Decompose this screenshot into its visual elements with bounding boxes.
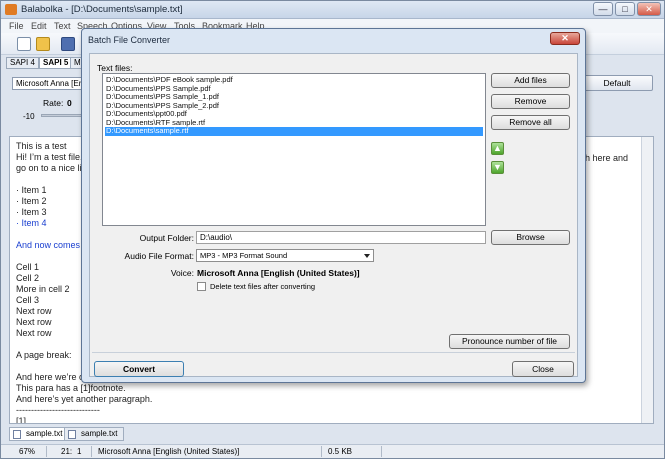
output-folder-label: Output Folder: (139, 233, 194, 243)
editor-line: Cell 2 (16, 273, 40, 283)
window-title: Balabolka - [D:\Documents\sample.txt] (21, 4, 183, 15)
title-bar[interactable]: Balabolka - [D:\Documents\sample.txt] — … (1, 1, 664, 19)
delete-files-checkbox[interactable] (197, 282, 206, 291)
dialog-divider (92, 352, 575, 353)
main-window: Balabolka - [D:\Documents\sample.txt] — … (0, 0, 665, 459)
voice-value: Microsoft Anna [English (United States)] (197, 268, 360, 278)
editor-line: A page break: (16, 350, 72, 360)
editor-line: And here’s yet another paragraph. (16, 394, 153, 404)
editor-line: · Item 4 (16, 218, 47, 228)
editor-line: Cell 1 (16, 262, 40, 272)
rate-min-label: -10 (23, 112, 35, 121)
editor-line: · Item 3 (16, 207, 47, 217)
editor-line: · Item 2 (16, 196, 47, 206)
status-size: 0.5 KB (328, 447, 353, 456)
document-icon (68, 430, 76, 439)
pronounce-number-button[interactable]: Pronounce number of file (449, 334, 570, 349)
add-files-button[interactable]: Add files (491, 73, 570, 88)
voice-select[interactable]: Microsoft Anna [English (12, 77, 92, 90)
chevron-down-icon (364, 254, 370, 258)
menu-edit[interactable]: Edit (31, 21, 47, 31)
remove-button[interactable]: Remove (491, 94, 570, 109)
editor-line: go on to a nice littl (16, 163, 89, 173)
app-icon (5, 4, 17, 15)
doc-tab-label: sample.txt (26, 429, 63, 438)
dialog-body: Text files: D:\Documents\PDF eBook sampl… (89, 53, 578, 377)
editor-line: Hi! I’m a test file. T (16, 152, 91, 162)
rate-slider[interactable] (41, 114, 86, 117)
open-folder-icon[interactable] (36, 37, 50, 51)
menu-file[interactable]: File (9, 21, 24, 31)
status-voice: Microsoft Anna [English (United States)] (98, 447, 240, 456)
dialog-title: Batch File Converter (88, 35, 171, 45)
editor-line: ---------------------------- (16, 405, 100, 415)
editor-line: · Item 1 (16, 185, 47, 195)
move-down-icon[interactable]: ▼ (491, 161, 504, 174)
editor-line: Next row (16, 328, 52, 338)
text-files-label: Text files: (97, 63, 133, 73)
voice-label: Voice: (170, 268, 194, 278)
browse-button[interactable]: Browse (491, 230, 570, 245)
tab-sapi5[interactable]: SAPI 5 (39, 57, 73, 69)
rate-label: Rate: (43, 98, 64, 108)
editor-line: This is a test (16, 141, 67, 151)
output-folder-field[interactable]: D:\audio\ (196, 231, 486, 244)
move-up-icon[interactable]: ▲ (491, 142, 504, 155)
editor-line: This para has a [1]footnote. (16, 383, 126, 393)
batch-converter-dialog: Batch File Converter ✕ Text files: D:\Do… (81, 28, 586, 383)
text-files-list[interactable]: D:\Documents\PDF eBook sample.pdf D:\Docu… (102, 73, 486, 226)
dialog-close-button[interactable]: Close (512, 361, 574, 377)
audio-format-label: Audio File Format: (124, 251, 194, 261)
audio-format-select[interactable]: MP3 - MP3 Format Sound (196, 249, 374, 262)
dialog-close-icon[interactable]: ✕ (550, 32, 580, 45)
doc-tab-1[interactable]: sample.txt (9, 427, 70, 441)
default-button[interactable]: Default (581, 75, 653, 91)
editor-line: And here we’re o (16, 372, 85, 382)
rate-value: 0 (67, 98, 72, 108)
close-window-button[interactable]: ✕ (637, 2, 661, 16)
editor-line: Next row (16, 317, 52, 327)
editor-line: More in cell 2 (16, 284, 70, 294)
editor-line: [1] (16, 416, 27, 424)
status-zoom: 67% (19, 447, 36, 456)
editor-line: Next row (16, 306, 52, 316)
minimize-button[interactable]: — (593, 2, 613, 16)
file-list-item[interactable]: D:\Documents\sample.rtf (105, 126, 483, 136)
convert-button[interactable]: Convert (94, 361, 184, 377)
menu-text[interactable]: Text (54, 21, 71, 31)
delete-files-label[interactable]: Delete text files after converting (210, 282, 315, 291)
doc-tab-2[interactable]: sample.txt (64, 427, 125, 441)
save-icon[interactable] (61, 37, 75, 51)
editor-line: Cell 3 (16, 295, 40, 305)
audio-format-value: MP3 - MP3 Format Sound (200, 251, 288, 260)
remove-all-button[interactable]: Remove all (491, 115, 570, 130)
document-icon (13, 430, 21, 439)
doc-tab-label: sample.txt (81, 429, 118, 438)
status-line: 21: (61, 447, 73, 456)
new-document-icon[interactable] (17, 37, 31, 51)
status-bar: 67% 21: 1 Microsoft Anna [English (Unite… (1, 444, 664, 458)
vertical-scrollbar[interactable] (641, 137, 653, 423)
status-column: 1 (77, 447, 82, 456)
tab-sapi4[interactable]: SAPI 4 (6, 57, 39, 69)
maximize-button[interactable]: □ (615, 2, 635, 16)
